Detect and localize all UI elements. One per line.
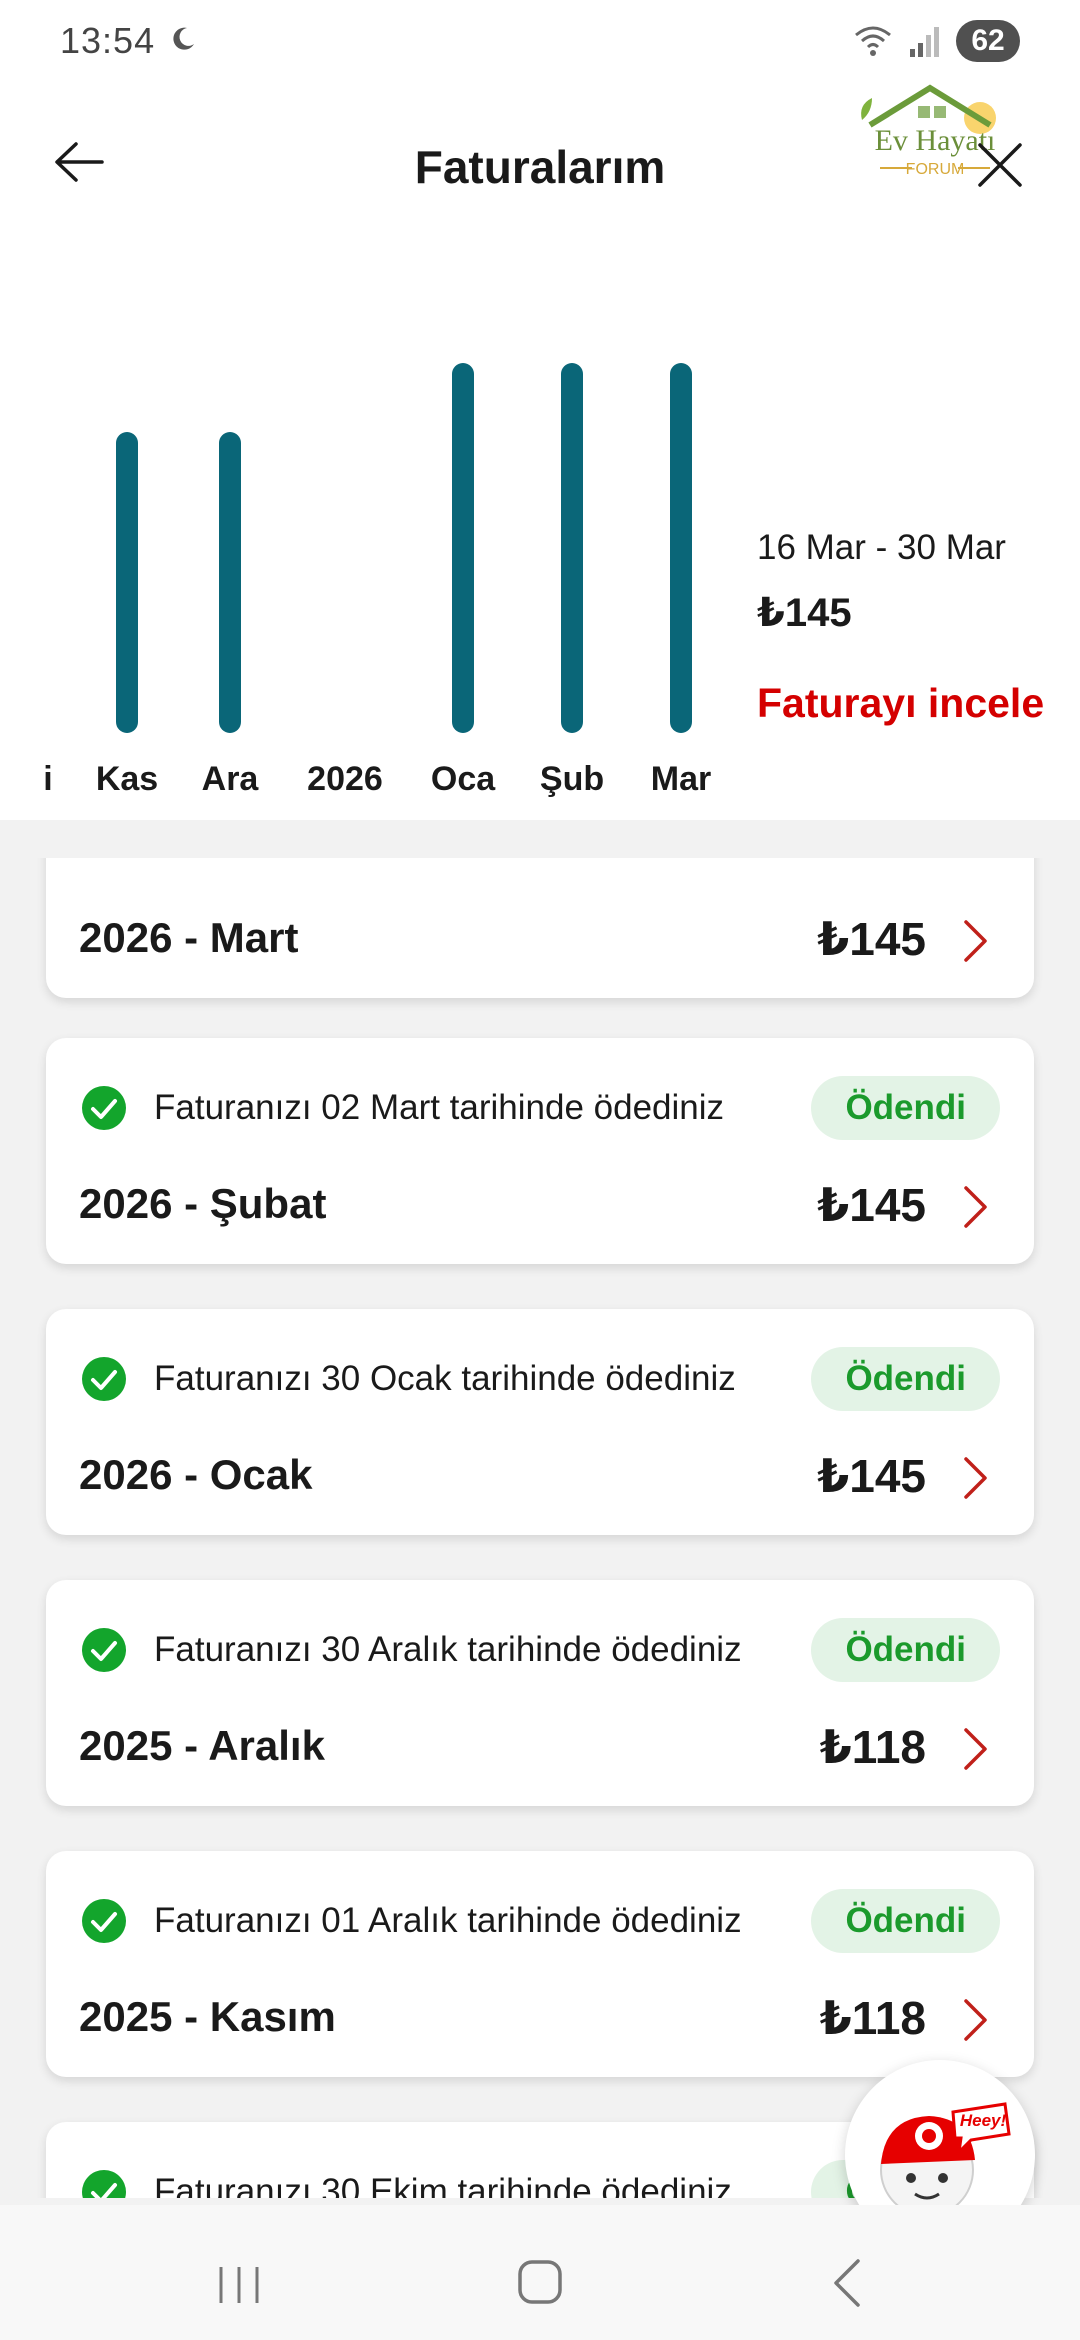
paid-badge: Ödendi bbox=[811, 1618, 1000, 1682]
invoice-status-text: Faturanızı 30 Ocak tarihinde ödediniz bbox=[154, 1359, 736, 1398]
chart-bar-oca[interactable] bbox=[452, 363, 474, 733]
invoice-period: 2025 - Aralık bbox=[79, 1722, 325, 1769]
invoice-status-text: Faturanızı 30 Ekim tarihinde ödediniz bbox=[154, 2172, 732, 2198]
paid-badge: Ödendi bbox=[811, 1076, 1000, 1140]
chart-bar-ara[interactable] bbox=[219, 432, 241, 733]
invoice-card[interactable]: Faturanızı 01 Aralık tarihinde ödediniz … bbox=[46, 1851, 1034, 2077]
invoice-amount: ₺145 bbox=[817, 913, 926, 965]
chevron-right-icon bbox=[964, 1728, 987, 1770]
invoice-period: 2026 - Şubat bbox=[79, 1180, 327, 1227]
invoice-amount: ₺118 bbox=[819, 1992, 926, 2044]
status-bar: 13:54 62 bbox=[0, 0, 1080, 90]
chart-tick-label: 2026 bbox=[307, 760, 383, 798]
svg-text:FORUM: FORUM bbox=[906, 161, 965, 178]
invoice-status-text: Faturanızı 02 Mart tarihinde ödediniz bbox=[154, 1088, 725, 1127]
wifi-icon bbox=[855, 26, 891, 56]
chart-tick-label: Oca bbox=[430, 760, 496, 798]
invoice-card[interactable]: Faturanızı 30 Ocak tarihinde ödediniz Öd… bbox=[46, 1309, 1034, 1535]
chevron-right-icon bbox=[964, 1999, 987, 2041]
invoice-card[interactable]: 2026 - Mart ₺145 bbox=[46, 858, 1034, 998]
chevron-right-icon bbox=[964, 920, 987, 962]
chart-tick-label: Mar bbox=[650, 760, 712, 798]
invoice-amount: ₺145 bbox=[817, 1450, 926, 1502]
invoice-card[interactable]: Faturanızı 30 Aralık tarihinde ödediniz … bbox=[46, 1580, 1034, 1806]
status-icons: 62 bbox=[852, 20, 1020, 62]
status-time: 13:54 bbox=[60, 20, 156, 61]
chart-tick-label: Ara bbox=[201, 760, 259, 798]
check-circle-icon bbox=[82, 1628, 126, 1672]
paid-badge: Ödendi bbox=[811, 1889, 1000, 1953]
invoice-period: 2026 - Ocak bbox=[79, 1451, 313, 1498]
view-bill-link[interactable]: Faturayı incele bbox=[757, 680, 1044, 727]
invoice-list: 2026 - Mart ₺145 Faturanızı 02 Mart tari… bbox=[0, 858, 1080, 2198]
bill-chart: i Kas Ara 2026 Oca Şub Mar 16 Mar - 30 M… bbox=[0, 260, 1080, 820]
invoice-amount: ₺118 bbox=[819, 1721, 926, 1773]
paid-badge: Ödendi bbox=[811, 1347, 1000, 1411]
nav-back-icon[interactable] bbox=[830, 2257, 864, 2309]
chart-tick-label: Kas bbox=[95, 760, 159, 798]
chart-bar-şub[interactable] bbox=[561, 363, 583, 733]
selected-period-date: 16 Mar - 30 Mar bbox=[757, 528, 1006, 567]
invoice-card[interactable]: Faturanızı 02 Mart tarihinde ödediniz Öd… bbox=[46, 1038, 1034, 1264]
moon-icon bbox=[173, 27, 194, 50]
selected-period-amount: ₺145 bbox=[757, 591, 852, 635]
check-circle-icon bbox=[82, 2170, 126, 2198]
invoice-amount: ₺145 bbox=[817, 1179, 926, 1231]
check-circle-icon bbox=[82, 1899, 126, 1943]
chevron-right-icon bbox=[964, 1186, 987, 1228]
recent-apps-icon[interactable] bbox=[215, 2263, 263, 2307]
system-nav-bar bbox=[0, 2205, 1080, 2340]
chevron-right-icon bbox=[964, 1457, 987, 1499]
check-circle-icon bbox=[82, 1357, 126, 1401]
chart-tick-label: i bbox=[43, 760, 53, 798]
battery-indicator: 62 bbox=[956, 20, 1020, 62]
invoice-period: 2026 - Mart bbox=[79, 914, 299, 961]
chart-bar-kas[interactable] bbox=[116, 432, 138, 733]
close-icon[interactable] bbox=[975, 140, 1025, 190]
signal-icon bbox=[910, 27, 939, 57]
invoice-status-text: Faturanızı 30 Aralık tarihinde ödediniz bbox=[154, 1630, 742, 1669]
invoice-status-text: Faturanızı 01 Aralık tarihinde ödediniz bbox=[154, 1901, 742, 1940]
invoice-period: 2025 - Kasım bbox=[79, 1993, 336, 2040]
home-icon[interactable] bbox=[515, 2257, 565, 2307]
check-circle-icon bbox=[82, 1086, 126, 1130]
chart-tick-label: Şub bbox=[539, 760, 605, 798]
chart-bar-mar[interactable] bbox=[670, 363, 692, 733]
svg-text:Heey!: Heey! bbox=[960, 2111, 1007, 2130]
